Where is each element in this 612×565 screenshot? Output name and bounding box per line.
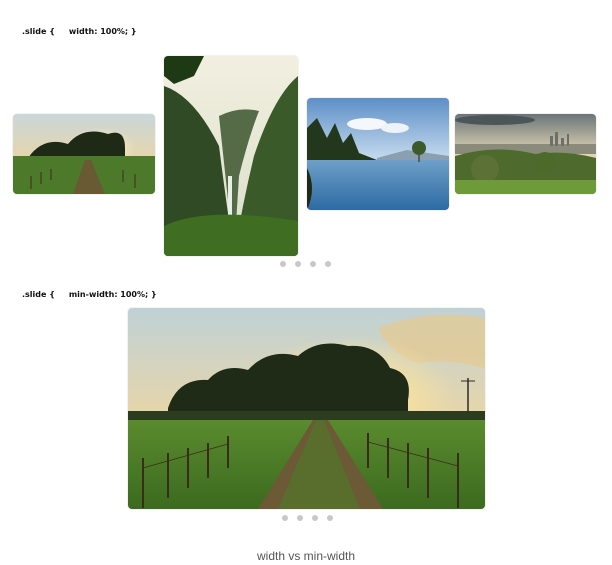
pager-dot[interactable] bbox=[282, 515, 288, 521]
landscape-image-icon bbox=[307, 98, 449, 210]
pager-dot[interactable] bbox=[280, 261, 286, 267]
slide-sunset-tree[interactable] bbox=[13, 114, 155, 194]
pager-dots-min-width bbox=[282, 515, 333, 521]
slide-lake-tree[interactable] bbox=[307, 98, 449, 210]
slide-sunset-tree-large[interactable] bbox=[128, 308, 485, 509]
slide-waterfall[interactable] bbox=[164, 56, 298, 256]
landscape-image-icon bbox=[13, 114, 155, 194]
code-label-width: .slide { width: 100%; } bbox=[22, 27, 137, 36]
caption: width vs min-width bbox=[256, 549, 356, 563]
pager-dot[interactable] bbox=[295, 261, 301, 267]
pager-dot[interactable] bbox=[297, 515, 303, 521]
landscape-image-icon bbox=[455, 114, 596, 194]
pager-dot[interactable] bbox=[327, 515, 333, 521]
pager-dot[interactable] bbox=[310, 261, 316, 267]
pager-dot[interactable] bbox=[325, 261, 331, 267]
pager-dot[interactable] bbox=[312, 515, 318, 521]
landscape-image-icon bbox=[164, 56, 298, 256]
landscape-image-icon bbox=[128, 308, 485, 509]
pager-dots-width bbox=[280, 261, 331, 267]
code-label-min-width: .slide { min-width: 100%; } bbox=[22, 290, 157, 299]
slide-city-countryside[interactable] bbox=[455, 114, 596, 194]
